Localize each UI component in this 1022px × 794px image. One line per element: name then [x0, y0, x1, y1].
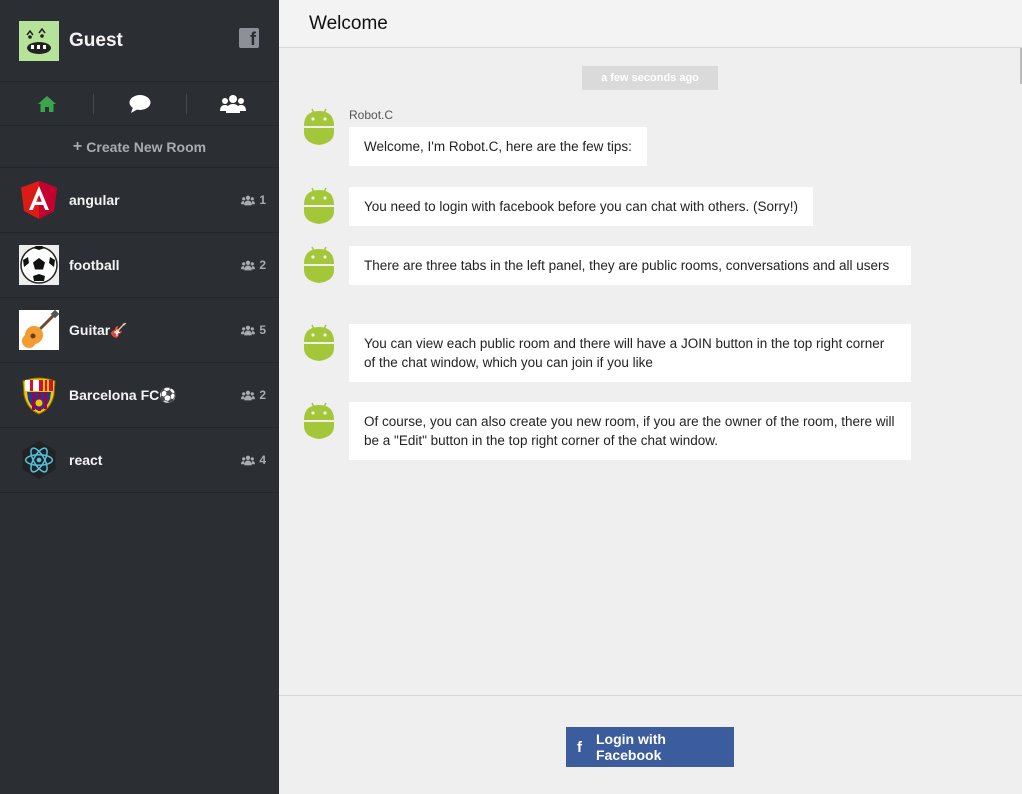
react-logo-icon: [19, 440, 59, 480]
android-robot-icon: [304, 246, 334, 283]
room-name: Barcelona FC⚽: [69, 386, 177, 403]
android-robot-icon: [304, 402, 334, 439]
create-room-button[interactable]: + Create New Room: [0, 126, 279, 168]
users-icon: [219, 94, 246, 113]
chat-message: You need to login with facebook before y…: [303, 187, 814, 226]
room-name: football: [69, 257, 120, 273]
room-member-count: 2: [241, 388, 266, 402]
tab-rooms[interactable]: [0, 82, 93, 125]
soccer-ball-icon: [19, 245, 59, 285]
users-icon: [241, 325, 256, 335]
room-member-count: 2: [241, 258, 266, 272]
home-icon: [37, 95, 56, 112]
room-item-football[interactable]: football 2: [0, 233, 279, 298]
message-bubble: Of course, you can also create you new r…: [349, 402, 911, 460]
android-robot-icon: [304, 324, 334, 361]
facebook-icon[interactable]: f: [239, 28, 259, 48]
room-item-angular[interactable]: angular 1: [0, 168, 279, 233]
chat-message: Of course, you can also create you new r…: [303, 402, 911, 460]
message-bubble: You can view each public room and there …: [349, 324, 911, 382]
monster-avatar-icon: [19, 20, 59, 61]
room-member-count: 1: [241, 193, 266, 207]
room-name: Guitar🎸: [69, 321, 128, 338]
room-name: angular: [69, 192, 120, 208]
facebook-login-button[interactable]: f Login with Facebook: [566, 727, 734, 767]
guitar-icon: [19, 310, 59, 350]
count-value: 2: [259, 258, 266, 272]
page-title: Welcome: [309, 12, 388, 34]
plus-icon: +: [72, 137, 83, 155]
android-robot-icon: [304, 187, 334, 224]
chat-message: You can view each public room and there …: [303, 324, 911, 382]
users-icon: [241, 260, 256, 270]
chat-message: There are three tabs in the left panel, …: [303, 246, 911, 285]
speech-bubble-icon: [129, 94, 150, 113]
barcelona-crest-icon: [19, 375, 59, 415]
facebook-icon: f: [577, 738, 582, 756]
create-room-label: Create New Room: [86, 138, 207, 155]
users-icon: [241, 455, 256, 465]
count-value: 4: [259, 453, 266, 467]
login-label: Login with Facebook: [596, 731, 666, 763]
users-icon: [241, 195, 256, 205]
message-bubble: There are three tabs in the left panel, …: [349, 246, 911, 285]
chat-message: Welcome, I'm Robot.C, here are the few t…: [303, 108, 647, 166]
timestamp-badge: a few seconds ago: [582, 66, 718, 90]
chat-footer: f Login with Facebook: [279, 695, 1022, 794]
profile-name: Guest: [69, 29, 123, 51]
room-item-barcelona-fc[interactable]: Barcelona FC⚽ 2: [0, 363, 279, 428]
count-value: 2: [259, 388, 266, 402]
tab-users[interactable]: [186, 82, 279, 125]
sidebar-tabs: [0, 82, 279, 126]
chat-panel: Welcome a few seconds ago Robot.C Welcom…: [279, 0, 1022, 794]
count-value: 1: [259, 193, 266, 207]
profile-header: Guest f: [0, 0, 279, 82]
room-item-react[interactable]: react 4: [0, 428, 279, 493]
room-item-guitar[interactable]: Guitar🎸 5: [0, 298, 279, 363]
users-icon: [241, 390, 256, 400]
chat-header: Welcome: [279, 0, 1022, 48]
room-member-count: 4: [241, 453, 266, 467]
angular-logo-icon: [19, 180, 59, 220]
android-robot-icon: [304, 108, 334, 145]
message-bubble: You need to login with facebook before y…: [349, 187, 814, 226]
room-name: react: [69, 452, 103, 468]
sidebar: Guest f + Create New Room angular 1 foot…: [0, 0, 279, 794]
room-member-count: 5: [241, 323, 266, 337]
count-value: 5: [259, 323, 266, 337]
tab-conversations[interactable]: [93, 82, 186, 125]
avatar[interactable]: [19, 20, 59, 61]
message-bubble: Welcome, I'm Robot.C, here are the few t…: [349, 127, 647, 166]
